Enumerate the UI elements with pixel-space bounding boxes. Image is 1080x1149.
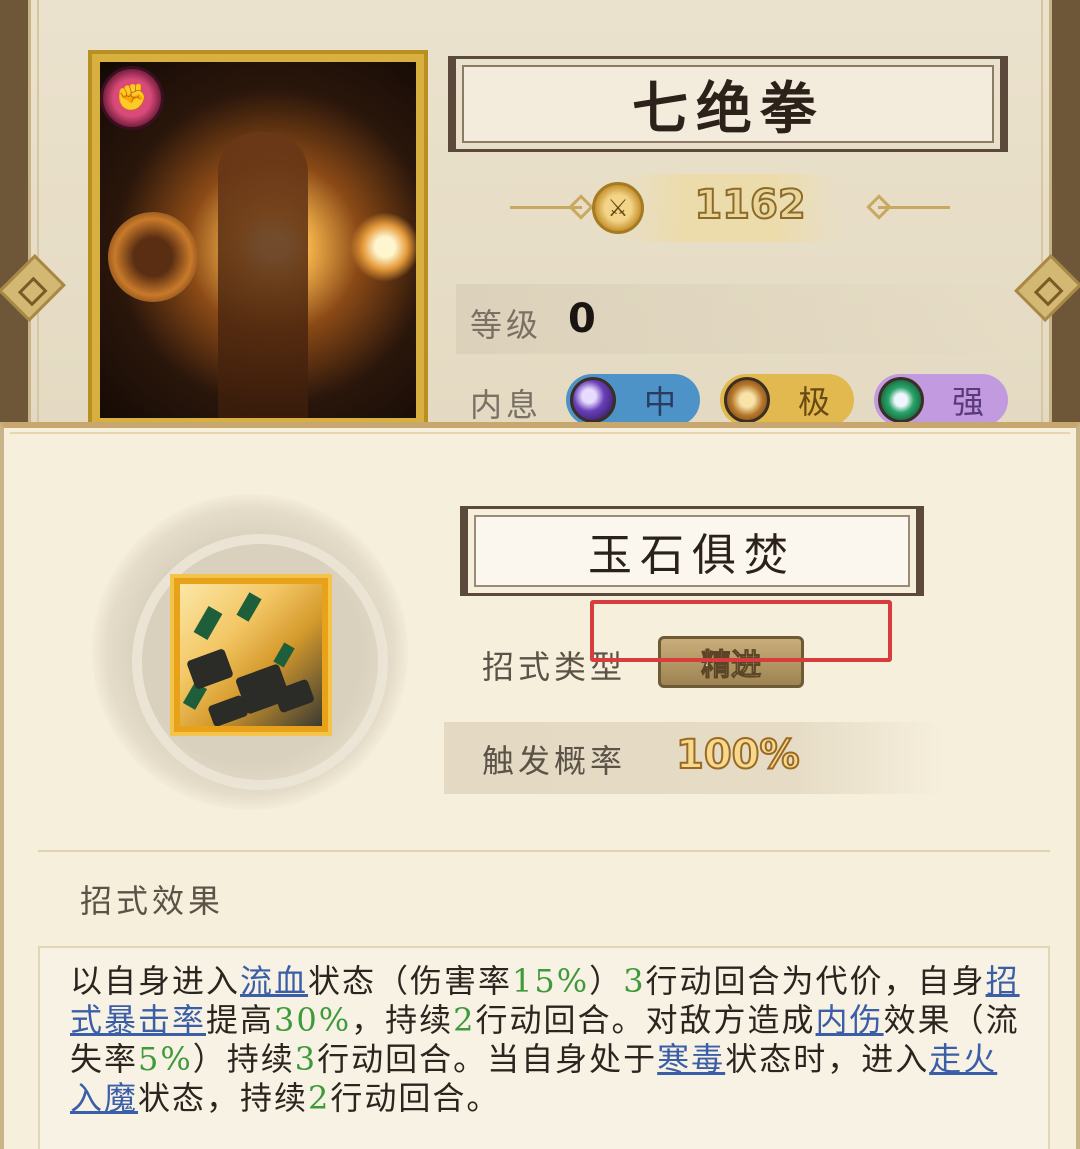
effect-text-segment: ） (589, 962, 624, 1000)
neixi-pill-strong[interactable]: 强 (874, 374, 1008, 426)
effect-text-segment: ）持续 (192, 1040, 295, 1078)
effect-heading: 招式效果 (80, 882, 225, 920)
effect-number: 2 (453, 1001, 476, 1039)
highlight-annotation-box (590, 600, 892, 662)
purple-gem-icon (570, 377, 616, 423)
effect-number: 2 (308, 1079, 331, 1117)
effect-description-box: 以自身进入流血状态（伤害率15%）3行动回合为代价，自身招式暴击率提高30%，持… (38, 946, 1050, 1149)
trigger-rate-row: 触发概率 100% (444, 722, 944, 794)
skill-title-frame: 玉石俱焚 (460, 506, 924, 596)
divider (38, 850, 1050, 852)
effect-number: 3 (623, 962, 646, 1000)
effect-text-segment: 行动回合。 (330, 1079, 501, 1117)
power-row: ⚔ 1162 (510, 168, 950, 248)
level-label: 等级 (470, 306, 543, 344)
neixi-pill-extreme[interactable]: 极 (720, 374, 854, 426)
effect-text-segment: ，持续 (351, 1001, 454, 1039)
trigger-rate-value: 100% (675, 731, 801, 779)
neixi-row: 内息 中 极 强 (456, 366, 1056, 426)
skill-detail-popup: 玉石俱焚 招式类型 精进 触发概率 100% 招式效果 以自身进入流血状态（伤害… (0, 422, 1080, 1149)
effect-text-segment: 行动回合。当自身处于 (317, 1040, 658, 1078)
effect-description: 以自身进入流血状态（伤害率15%）3行动回合为代价，自身招式暴击率提高30%，持… (70, 962, 1030, 1118)
status-keyword-link[interactable]: 流血 (240, 962, 308, 1000)
trigger-rate-label: 触发概率 (482, 742, 627, 780)
effect-text-segment: 行动回合。对敌方造成 (475, 1001, 816, 1039)
level-row: 等级 0 (456, 284, 1016, 354)
effect-number: 15% (512, 962, 590, 1000)
effect-text-segment: 行动回合为代价，自身 (645, 962, 986, 1000)
martial-art-title-frame: 七绝拳 (448, 56, 1008, 152)
effect-text-segment: 状态，持续 (138, 1079, 309, 1117)
sword-icon: ⚔ (592, 182, 644, 234)
status-keyword-link[interactable]: 寒毒 (657, 1040, 725, 1078)
effect-number: 30% (274, 1001, 352, 1039)
effect-text-segment: 提高 (206, 1001, 275, 1039)
neixi-label: 内息 (470, 386, 543, 424)
gold-gem-icon (724, 377, 770, 423)
fist-icon: ✊ (100, 66, 164, 130)
green-gem-icon (878, 377, 924, 423)
effect-text-segment: 状态（伤害率 (308, 962, 513, 1000)
power-value: 1162 (693, 181, 806, 229)
effect-number: 3 (294, 1040, 318, 1078)
status-keyword-link[interactable]: 内伤 (816, 1001, 884, 1039)
level-value: 0 (568, 296, 596, 342)
effect-text-segment: 以自身进入 (70, 962, 241, 1000)
effect-text-segment: 状态时，进入 (725, 1040, 930, 1078)
effect-number: 5% (138, 1040, 193, 1078)
skill-title: 玉石俱焚 (588, 530, 796, 581)
martial-art-title: 七绝拳 (632, 75, 824, 142)
neixi-pill-medium[interactable]: 中 (566, 374, 700, 426)
shattered-rock-skill-icon (170, 574, 332, 736)
